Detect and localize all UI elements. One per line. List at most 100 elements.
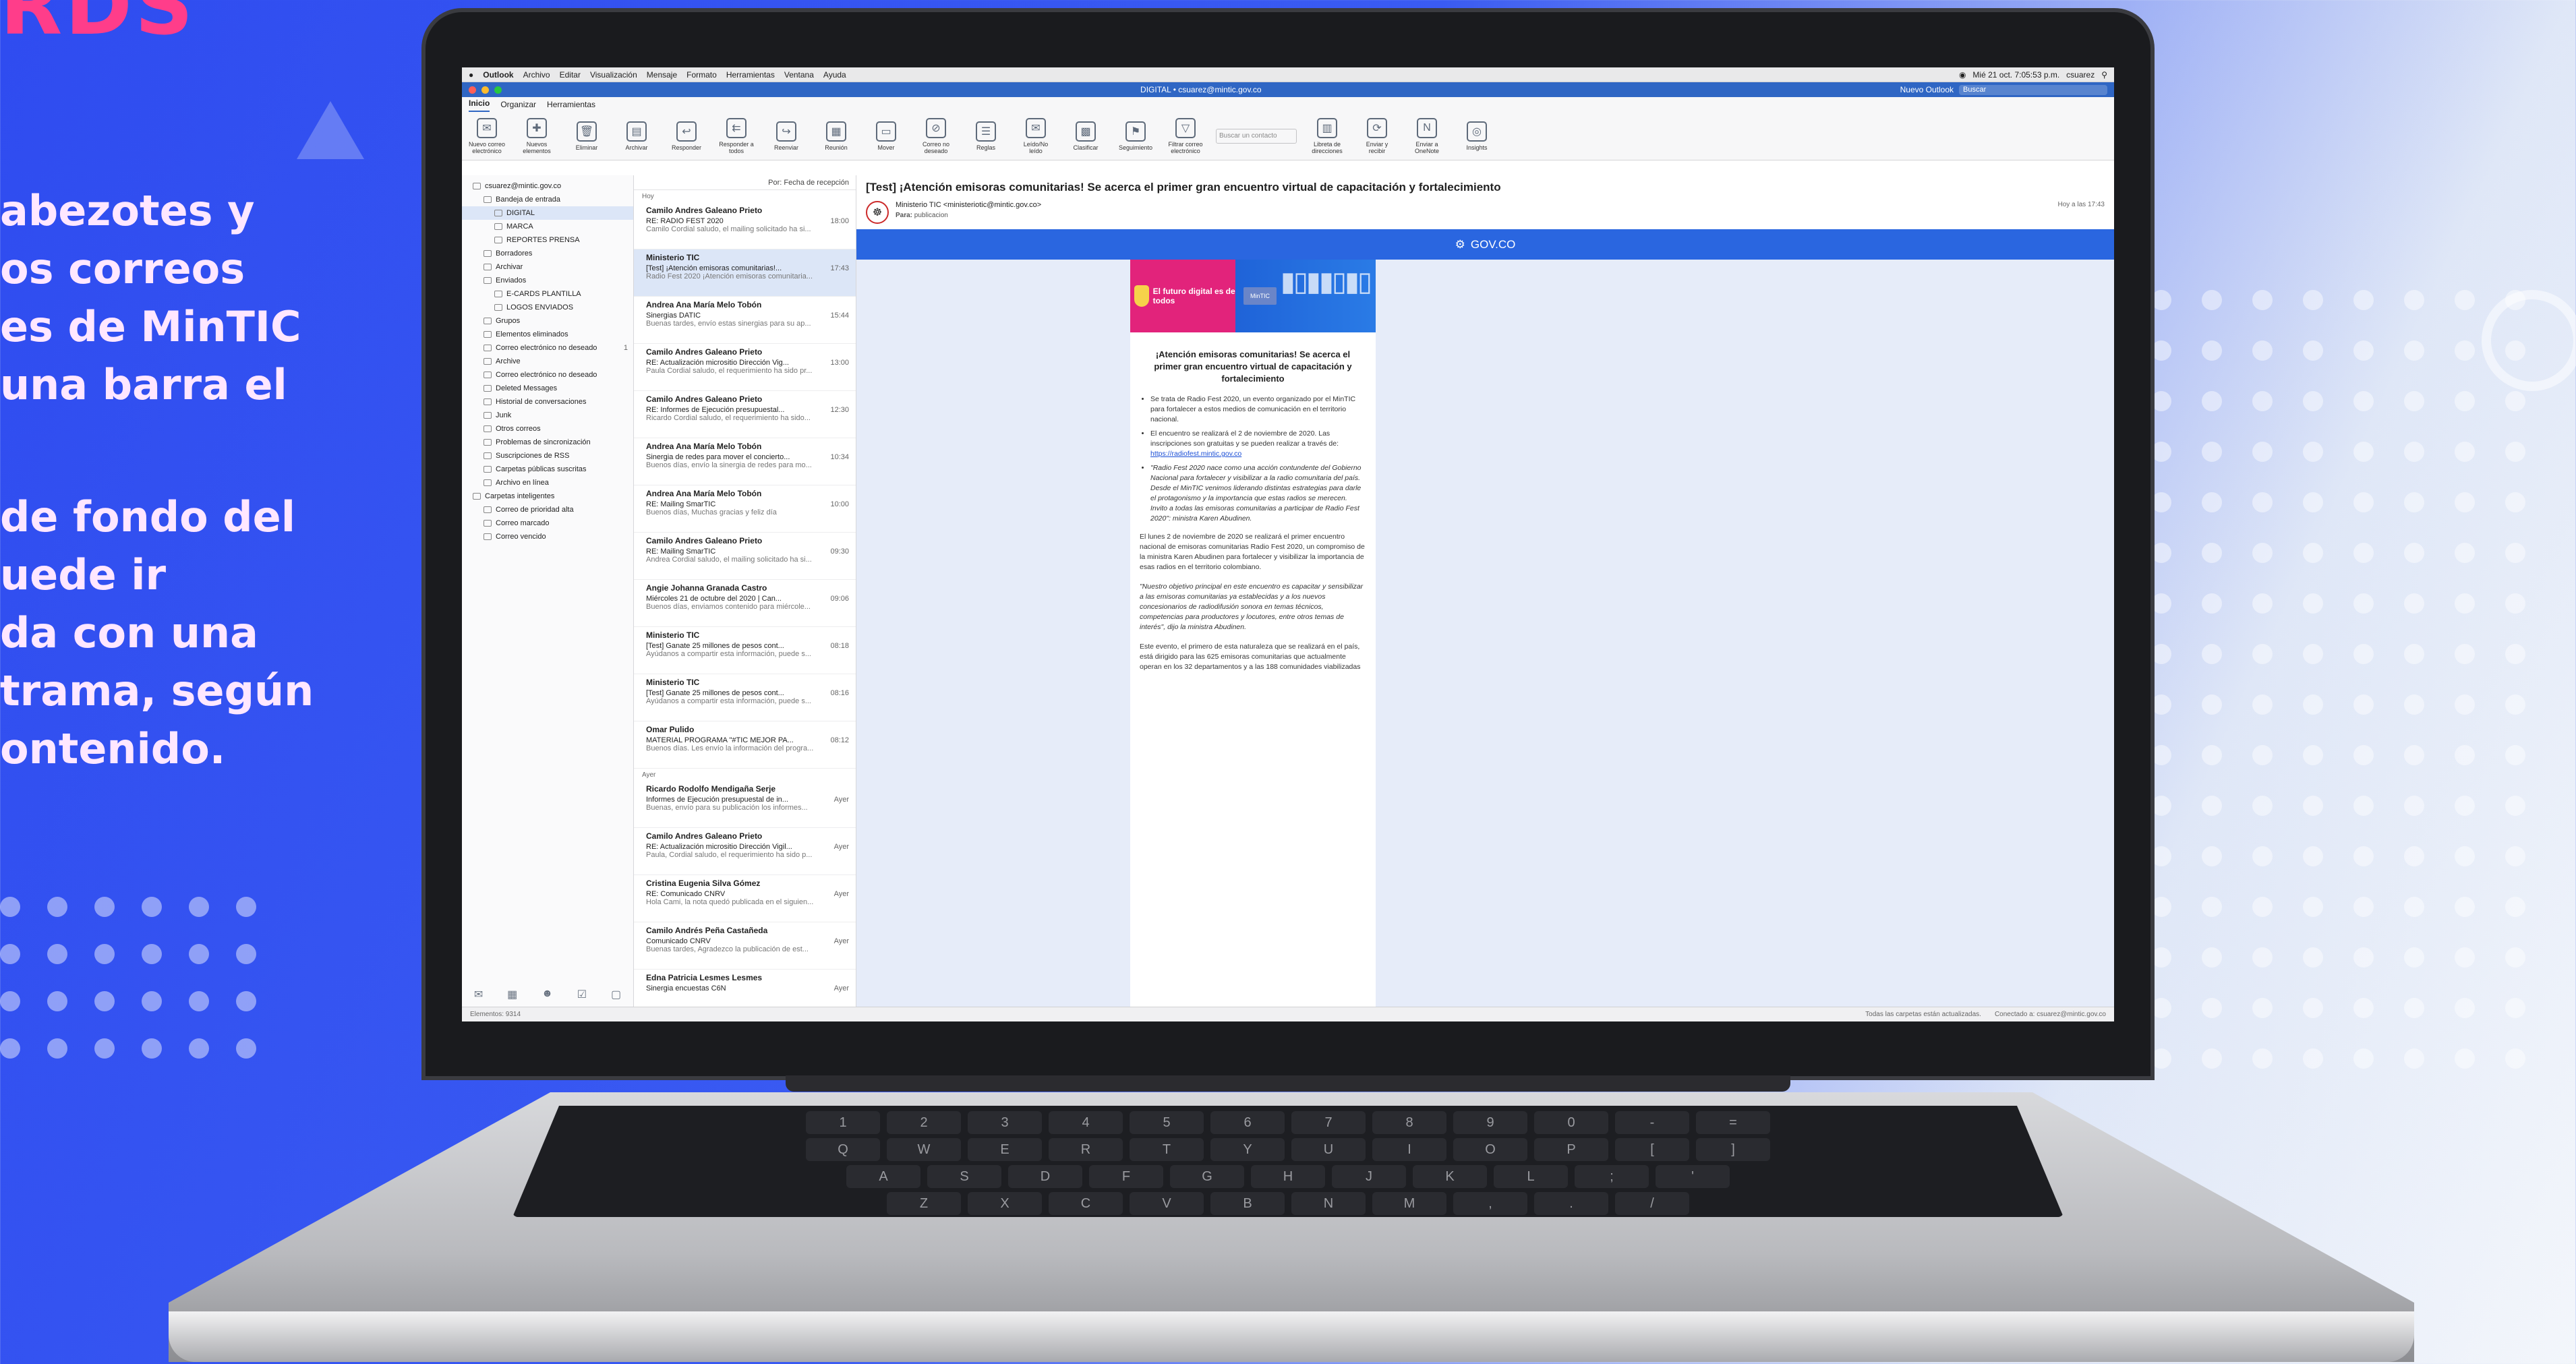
ribbon-button[interactable]: ◎ Insights — [1457, 121, 1496, 151]
message-item[interactable]: Camilo Andres Galeano Prieto RE: Mailing … — [634, 533, 856, 580]
folder-item[interactable]: Suscripciones de RSS — [462, 449, 633, 463]
message-item[interactable]: Ricardo Rodolfo Mendigaña Serje Informes … — [634, 781, 856, 828]
bullet-item: El encuentro se realizará el 2 de noviem… — [1150, 429, 1365, 459]
ribbon-button[interactable]: ↪ Reenviar — [767, 121, 806, 151]
folder-item[interactable]: Archivo en línea — [462, 476, 633, 490]
message-item[interactable]: Andrea Ana María Melo Tobón RE: Mailing S… — [634, 485, 856, 533]
menu-item[interactable]: Archivo — [523, 70, 550, 80]
ribbon-button[interactable]: ✉ Leído/No leído — [1016, 117, 1055, 154]
folder-item[interactable]: Deleted Messages — [462, 382, 633, 395]
folder-item[interactable]: Carpetas públicas suscritas — [462, 463, 633, 476]
folder-item[interactable]: E-CARDS PLANTILLA — [462, 287, 633, 301]
folder-item[interactable]: MARCA — [462, 220, 633, 233]
notes-icon[interactable]: ▢ — [611, 988, 621, 1001]
message-item[interactable]: Andrea Ana María Melo Tobón Sinergias DAT… — [634, 297, 856, 344]
contact-search-input[interactable]: Buscar un contacto — [1216, 128, 1297, 144]
folder-item[interactable]: Archive — [462, 355, 633, 368]
keyboard-key: X — [968, 1192, 1042, 1215]
message-item[interactable]: Ministerio TIC [Test] ¡Atención emisoras … — [634, 249, 856, 297]
message-list-sort[interactable]: Por: Fecha de recepción — [634, 175, 856, 190]
sender-address[interactable]: Ministerio TIC <ministeriotic@mintic.gov… — [896, 201, 1041, 209]
ribbon-button[interactable]: ✚ Nuevos elementos — [517, 117, 556, 154]
wifi-icon[interactable]: ◉ — [1959, 70, 1966, 80]
folder-item[interactable]: csuarez@mintic.gov.co — [462, 179, 633, 193]
tab-inicio[interactable]: Inicio — [469, 98, 490, 112]
message-item[interactable]: Ministerio TIC [Test] Ganate 25 millones … — [634, 674, 856, 721]
message-item[interactable]: Angie Johanna Granada Castro Miércoles 21… — [634, 580, 856, 627]
close-window-button[interactable] — [469, 86, 476, 94]
ribbon-button[interactable]: 🗑 Eliminar — [567, 121, 606, 151]
folder-item[interactable]: Elementos eliminados — [462, 328, 633, 341]
menu-item[interactable]: Visualización — [590, 70, 637, 80]
menu-item[interactable]: Ventana — [784, 70, 814, 80]
ribbon-button[interactable]: ▭ Mover — [867, 121, 906, 151]
message-item[interactable]: Andrea Ana María Melo Tobón Sinergia de r… — [634, 438, 856, 485]
message-item[interactable]: Camilo Andrés Peña Castañeda Comunicado C… — [634, 922, 856, 970]
calendar-icon[interactable]: ▦ — [507, 988, 517, 1001]
folder-item[interactable]: Correo electrónico no deseado 1 — [462, 341, 633, 355]
folder-item[interactable]: Correo marcado — [462, 516, 633, 530]
ribbon-button[interactable]: ⇇ Responder a todos — [717, 117, 756, 154]
people-icon[interactable]: ☻ — [541, 988, 553, 1001]
apple-icon[interactable]: ● — [469, 70, 473, 80]
folder-item[interactable]: REPORTES PRENSA — [462, 233, 633, 247]
ribbon-button[interactable]: N Enviar a OneNote — [1407, 117, 1446, 154]
folder-item[interactable]: Carpetas inteligentes — [462, 490, 633, 503]
ribbon-button[interactable]: ↩ Responder — [667, 121, 706, 151]
ribbon-button[interactable]: ▥ Libreta de direcciones — [1308, 117, 1347, 154]
ribbon-button[interactable]: ▤ Archivar — [617, 121, 656, 151]
mail-icon[interactable]: ✉ — [474, 988, 483, 1001]
folder-item[interactable]: Grupos — [462, 314, 633, 328]
ribbon-button[interactable]: ▽ Filtrar correo electrónico — [1166, 117, 1205, 154]
ribbon-button[interactable]: ⟳ Enviar y recibir — [1357, 117, 1397, 154]
message-item[interactable]: Edna Patricia Lesmes Lesmes Sinergia encu… — [634, 970, 856, 1007]
message-group-header[interactable]: Ayer — [634, 769, 856, 781]
message-item[interactable]: Camilo Andres Galeano Prieto RE: Informes… — [634, 391, 856, 438]
message-item[interactable]: Camilo Andres Galeano Prieto RE: Actualiz… — [634, 344, 856, 391]
menu-item[interactable]: Editar — [560, 70, 581, 80]
spotlight-search-icon[interactable]: ⚲ — [2101, 70, 2107, 80]
ribbon-button[interactable]: ▦ Reunión — [817, 121, 856, 151]
zoom-window-button[interactable] — [494, 86, 502, 94]
radiofest-link[interactable]: https://radiofest.mintic.gov.co — [1150, 450, 1241, 458]
ribbon-button[interactable]: ⚑ Seguimiento — [1116, 121, 1155, 151]
folder-item[interactable]: Archivar — [462, 260, 633, 274]
message-group-header[interactable]: Hoy — [634, 190, 856, 202]
folder-item[interactable]: Borradores — [462, 247, 633, 260]
new-outlook-toggle[interactable]: Nuevo Outlook — [1900, 85, 1954, 94]
menubar-user[interactable]: csuarez — [2066, 70, 2095, 80]
menu-item[interactable]: Herramientas — [726, 70, 775, 80]
menu-item[interactable]: Ayuda — [823, 70, 846, 80]
folder-item[interactable]: Otros correos — [462, 422, 633, 436]
folder-item[interactable]: Correo de prioridad alta — [462, 503, 633, 516]
ribbon-button[interactable]: ✉ Nuevo correo electrónico — [467, 117, 506, 154]
folder-item[interactable]: Bandeja de entrada — [462, 193, 633, 206]
ribbon-button[interactable]: ☰ Reglas — [966, 121, 1005, 151]
folder-item[interactable]: Historial de conversaciones — [462, 395, 633, 409]
ribbon-button[interactable]: ⊘ Correo no deseado — [916, 117, 956, 154]
tab-organizar[interactable]: Organizar — [500, 100, 536, 112]
folder-item[interactable]: LOGOS ENVIADOS — [462, 301, 633, 314]
menu-item[interactable]: Mensaje — [647, 70, 677, 80]
tab-herramientas[interactable]: Herramientas — [547, 100, 595, 112]
ribbon-button[interactable]: ▩ Clasificar — [1066, 121, 1105, 151]
sender-avatar[interactable]: ☸ — [866, 201, 889, 224]
to-recipient[interactable]: publicacion — [914, 212, 948, 219]
message-item[interactable]: Omar Pulido MATERIAL PROGRAMA "#TIC MEJOR… — [634, 721, 856, 769]
folder-item[interactable]: Junk — [462, 409, 633, 422]
folder-item[interactable]: DIGITAL — [462, 206, 633, 220]
message-item[interactable]: Cristina Eugenia Silva Gómez RE: Comunica… — [634, 875, 856, 922]
menu-item[interactable]: Formato — [686, 70, 717, 80]
folder-item[interactable]: Enviados — [462, 274, 633, 287]
window-search-input[interactable]: Buscar — [1959, 84, 2107, 95]
folder-item[interactable]: Correo vencido — [462, 530, 633, 543]
message-item[interactable]: Ministerio TIC [Test] Ganate 25 millones … — [634, 627, 856, 674]
message-item[interactable]: Camilo Andres Galeano Prieto RE: RADIO FE… — [634, 202, 856, 249]
tasks-icon[interactable]: ☑ — [577, 988, 587, 1001]
folder-item[interactable]: Correo electrónico no deseado — [462, 368, 633, 382]
minimize-window-button[interactable] — [481, 86, 489, 94]
message-item[interactable]: Camilo Andres Galeano Prieto RE: Actualiz… — [634, 828, 856, 875]
folder-item[interactable]: Problemas de sincronización — [462, 436, 633, 449]
menu-app-name[interactable]: Outlook — [483, 70, 513, 80]
menubar-clock[interactable]: Mié 21 oct. 7:05:53 p.m. — [1972, 70, 2059, 80]
